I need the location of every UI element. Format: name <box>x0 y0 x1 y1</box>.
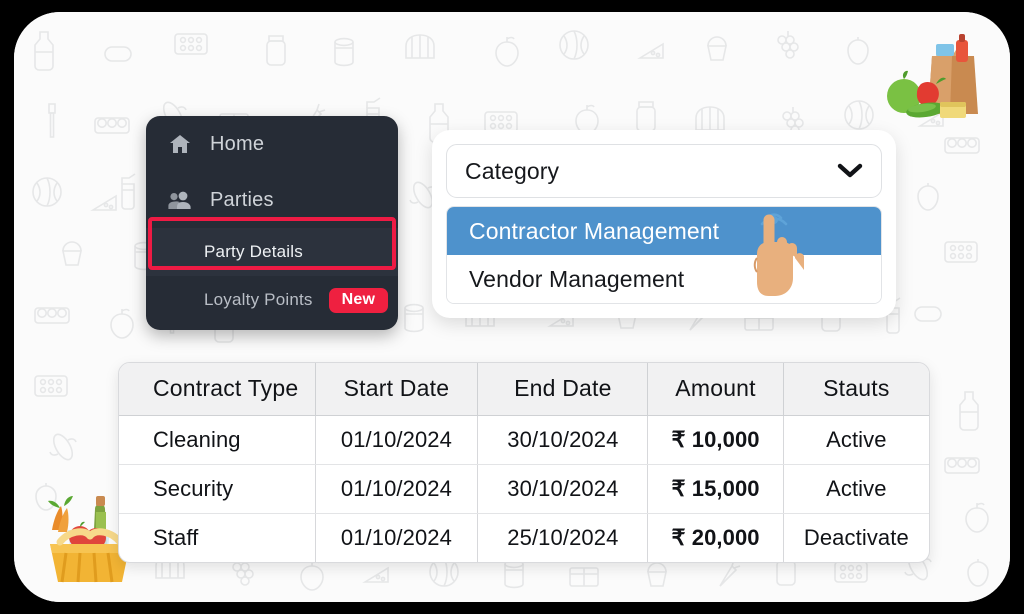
cell-amount: ₹ 20,000 <box>647 513 784 562</box>
option-label: Contractor Management <box>469 217 720 244</box>
option-vendor-management[interactable]: Vendor Management <box>447 255 881 303</box>
cell-status: Active <box>783 464 929 514</box>
sidebar-item-label: Loyalty Points <box>204 290 313 309</box>
chevron-down-icon[interactable] <box>837 163 863 179</box>
sidebar-item-home[interactable]: Home <box>146 116 398 172</box>
column-header-start-date: Start Date <box>315 363 479 416</box>
column-header-status: Stauts <box>783 363 929 416</box>
cell-contract-type: Staff <box>119 513 316 562</box>
option-contractor-management[interactable]: Contractor Management <box>447 207 881 255</box>
cell-start-date: 01/10/2024 <box>315 415 479 465</box>
cell-status: Active <box>783 415 929 465</box>
contracts-table: Contract Type Start Date End Date Amount… <box>118 362 930 563</box>
sidebar-item-label: Parties <box>210 188 274 211</box>
table-row[interactable]: Staff 01/10/2024 25/10/2024 ₹ 20,000 Dea… <box>119 513 929 562</box>
category-select-value: Category <box>465 157 560 184</box>
category-options-list: Contractor Management Vendor Management <box>446 206 882 304</box>
sidebar-nav: Home Parties Party Details Loyalty Point… <box>146 116 398 330</box>
cell-amount: ₹ 15,000 <box>647 464 784 514</box>
cell-status: Deactivate <box>803 524 909 550</box>
column-header-amount: Amount <box>647 363 784 416</box>
option-label: Vendor Management <box>469 265 685 292</box>
cell-start-date: 01/10/2024 <box>315 513 479 562</box>
cell-start-date: 01/10/2024 <box>315 464 479 514</box>
table-header-row: Contract Type Start Date End Date Amount… <box>119 363 929 416</box>
table-row[interactable]: Cleaning 01/10/2024 30/10/2024 ₹ 10,000 … <box>119 415 929 465</box>
grocery-bag-illustration <box>874 26 1002 122</box>
people-icon <box>166 187 194 213</box>
sidebar-item-label: Home <box>210 132 265 155</box>
sidebar-item-parties[interactable]: Parties <box>146 172 398 228</box>
column-header-end-date: End Date <box>477 363 649 416</box>
cell-end-date: 30/10/2024 <box>477 464 649 514</box>
category-dropdown-card: Category Contractor Management Vendor Ma… <box>432 130 896 318</box>
sidebar-item-party-details[interactable]: Party Details <box>146 228 398 276</box>
cell-amount: ₹ 10,000 <box>647 415 784 465</box>
cell-end-date: 30/10/2024 <box>477 415 649 465</box>
home-icon <box>166 131 194 157</box>
cell-contract-type: Cleaning <box>119 415 316 465</box>
sidebar-item-label: Party Details <box>204 242 303 261</box>
cell-contract-type: Security <box>119 464 316 514</box>
cell-end-date: 25/10/2024 <box>477 513 649 562</box>
category-select[interactable]: Category <box>446 144 882 198</box>
table-row[interactable]: Security 01/10/2024 30/10/2024 ₹ 15,000 … <box>119 464 929 514</box>
new-badge: New <box>328 287 389 313</box>
column-header-contract-type: Contract Type <box>119 363 316 416</box>
sidebar-item-loyalty-points[interactable]: Loyalty Points New <box>146 276 398 324</box>
app-stage: Home Parties Party Details Loyalty Point… <box>14 12 1010 602</box>
